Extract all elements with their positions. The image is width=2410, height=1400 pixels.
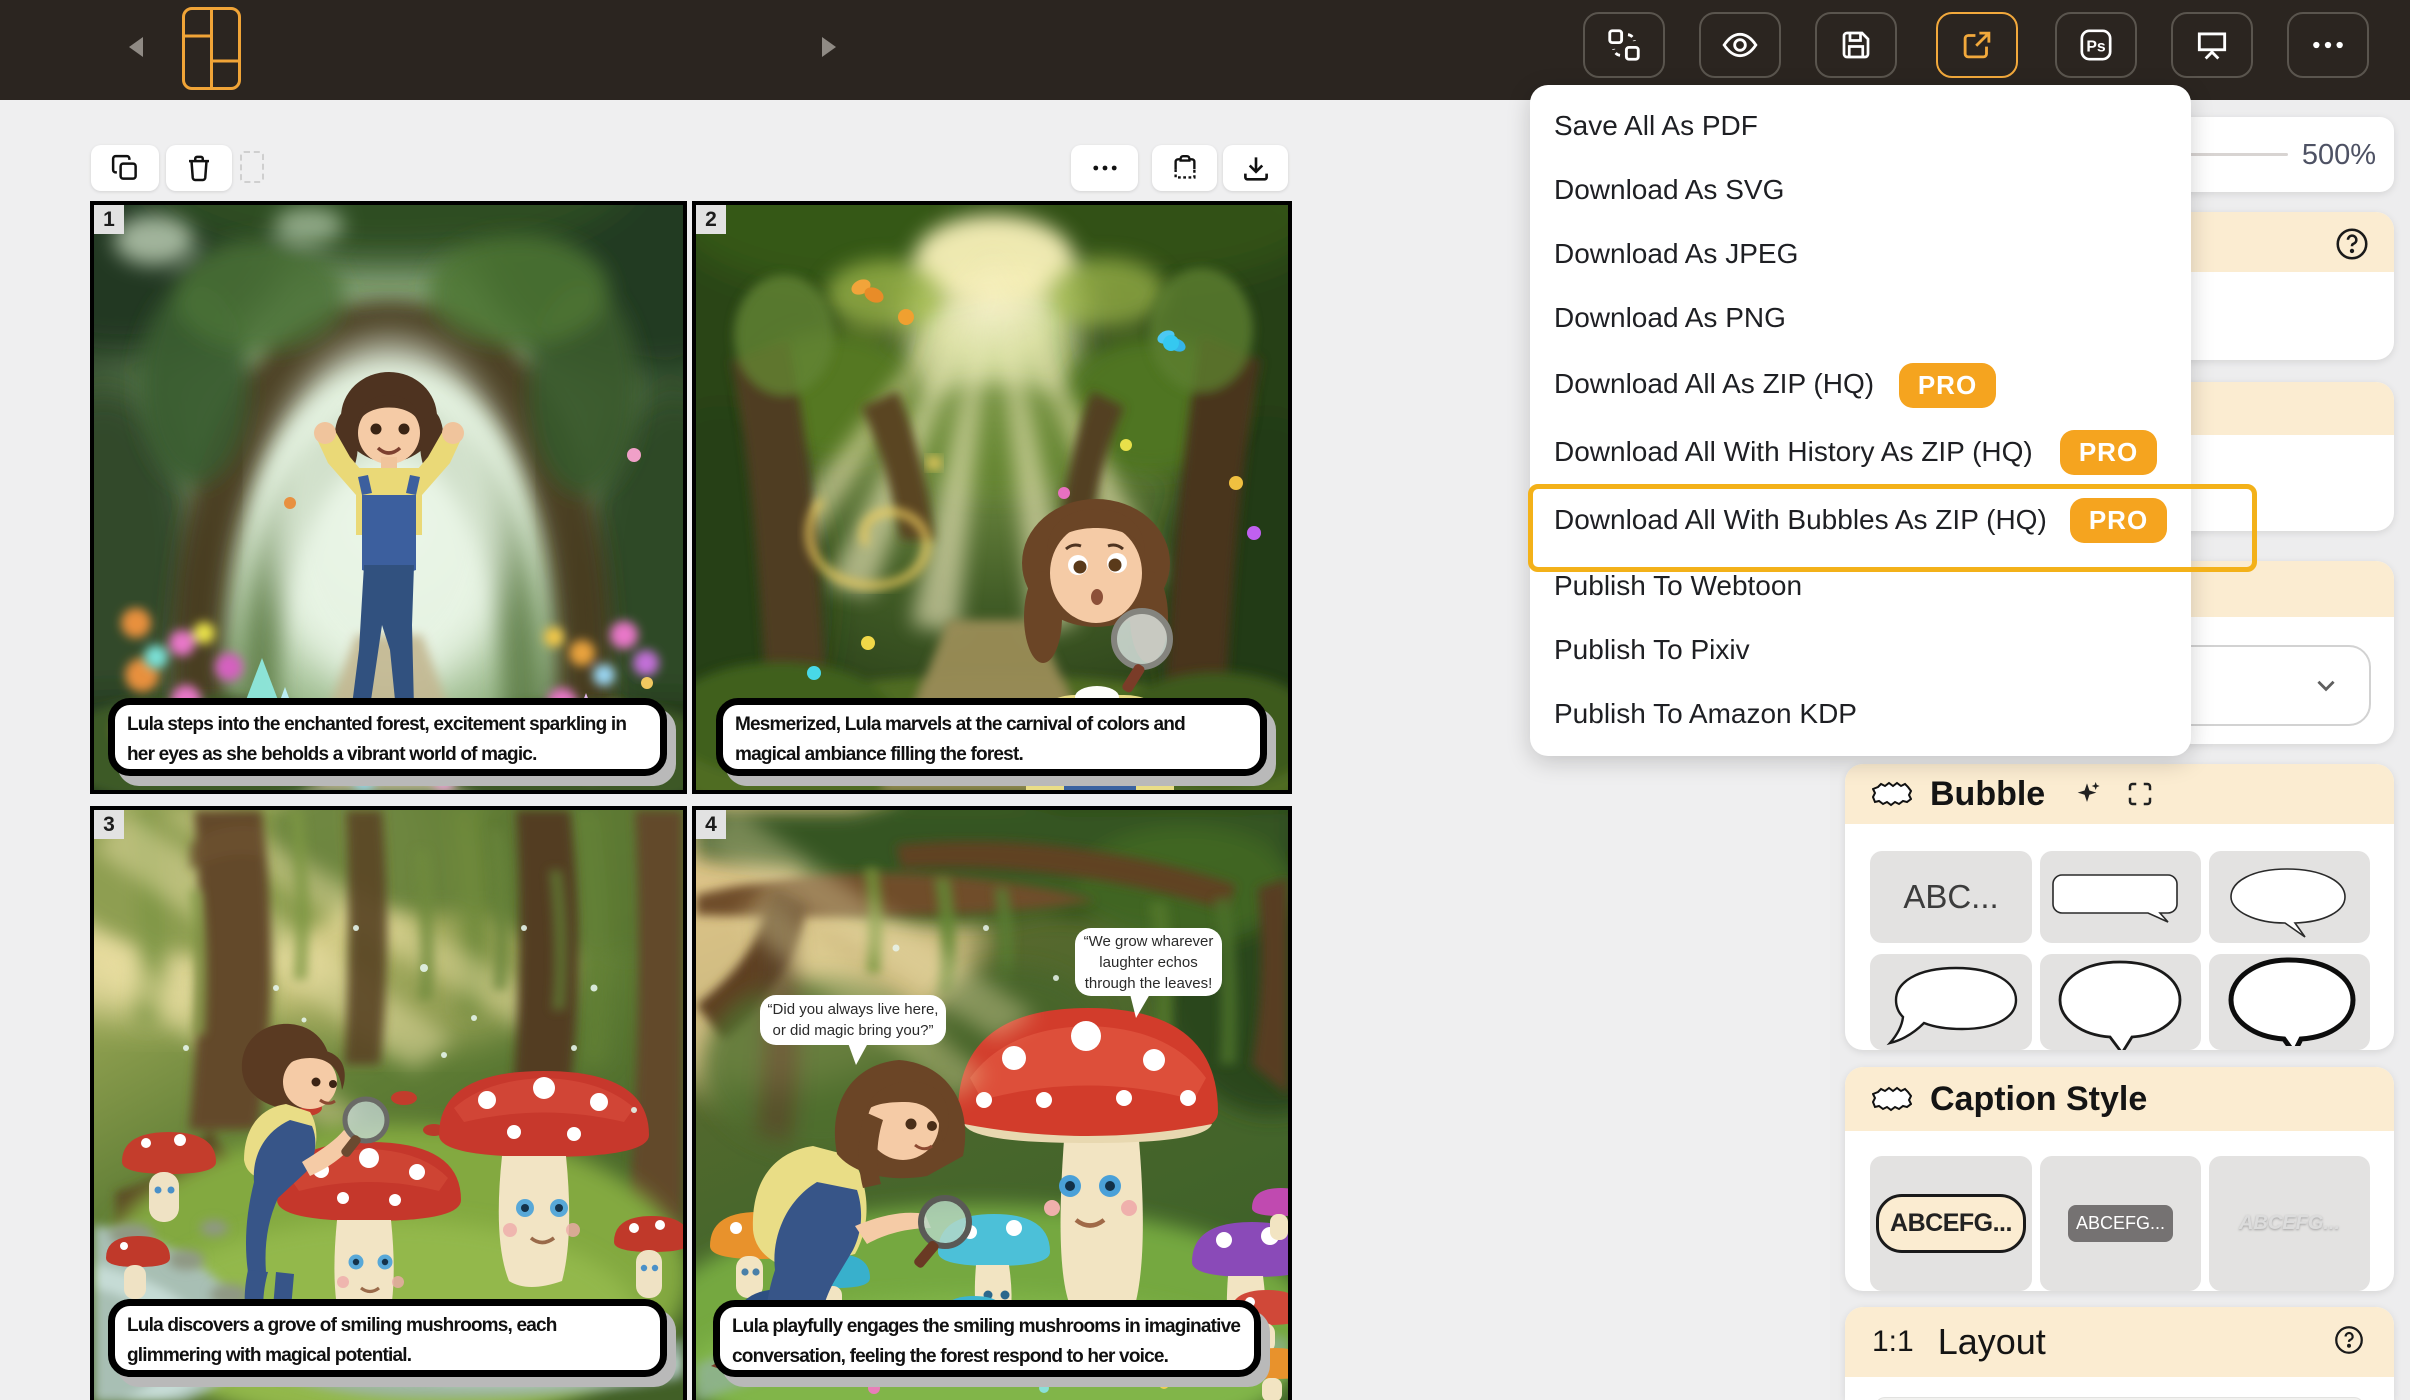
- svg-text:Ps: Ps: [2086, 38, 2106, 55]
